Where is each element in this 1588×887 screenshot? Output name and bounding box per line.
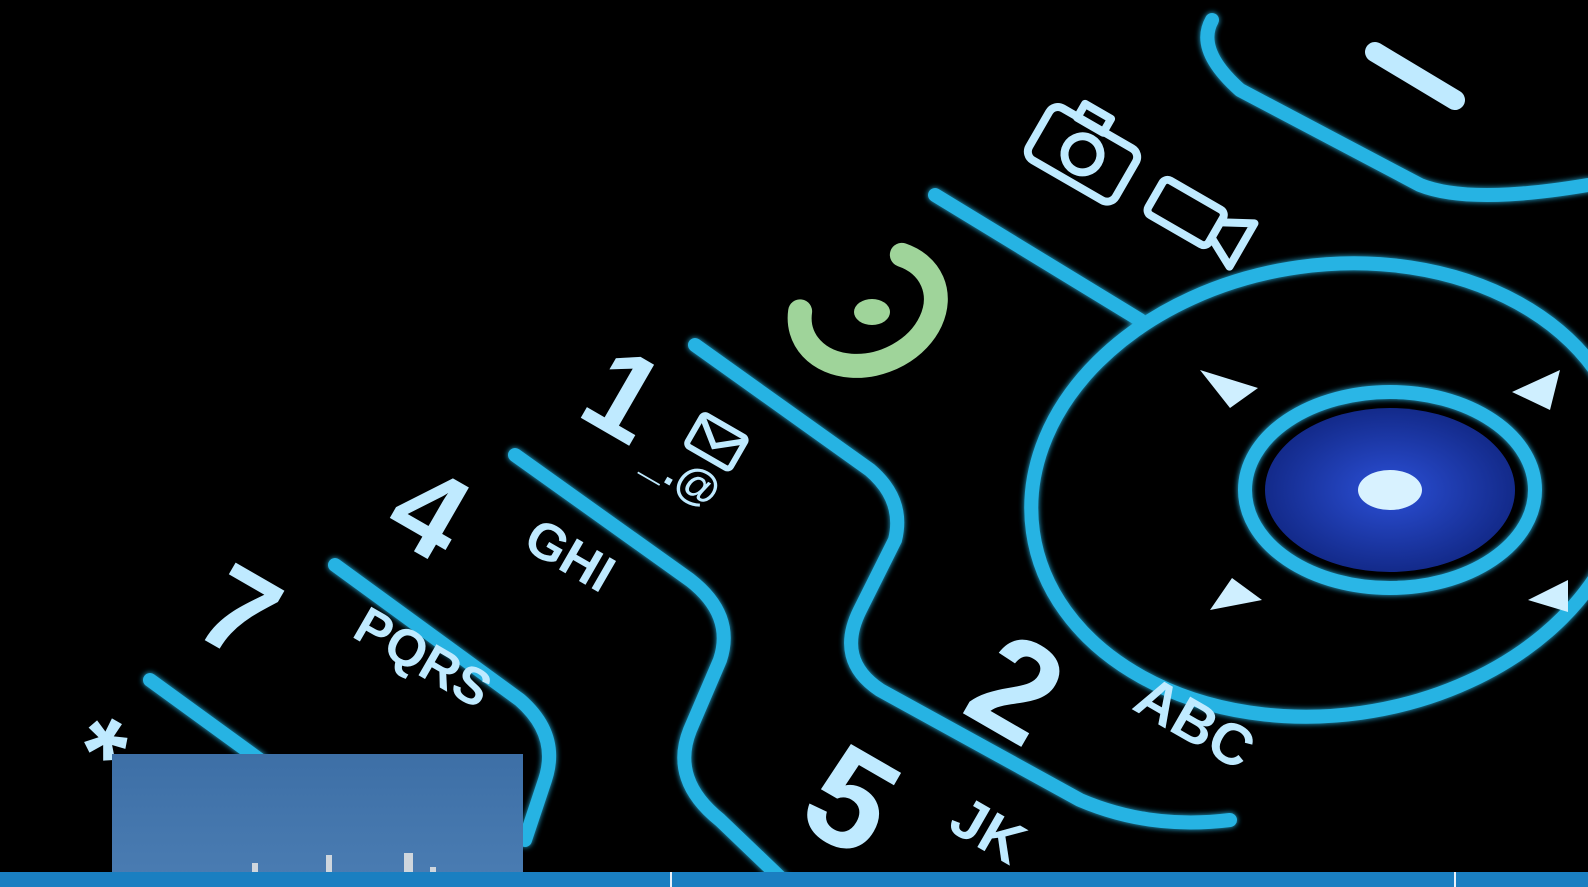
keypad-photo: 1 _.@ 4 GHI 7 PQRS 2 ABC 5 JK *	[0, 0, 1588, 887]
key4-digit: 4	[367, 438, 492, 588]
top-key-outline	[1200, 13, 1588, 202]
call-send-icon	[787, 242, 948, 378]
nav-arrow-down-right-icon	[1528, 580, 1568, 612]
nav-arrow-up-right-icon	[1512, 370, 1560, 410]
key1-outline	[688, 338, 1237, 830]
bar-divider	[670, 872, 672, 887]
key7-digit: 7	[177, 538, 302, 687]
video-camera-icon	[1143, 175, 1259, 271]
nav-arrow-down-left-icon	[1210, 578, 1262, 610]
city-thumbnail	[112, 754, 523, 887]
key2-digit: 2	[944, 601, 1090, 776]
key5-digit: 5	[779, 712, 925, 887]
key5-sub: JK	[940, 784, 1037, 877]
nav-center-dot	[1358, 470, 1422, 510]
nav-arrow-up-left-icon	[1200, 370, 1258, 408]
key7-sub: PQRS	[344, 596, 501, 720]
star-key-outline	[143, 673, 267, 767]
key2-sub: ABC	[1124, 663, 1265, 782]
end-key-dash	[1365, 42, 1465, 110]
send-key-divider	[928, 188, 1147, 327]
bar-divider	[1454, 872, 1456, 887]
camera-icon	[1023, 99, 1142, 206]
bottom-bar	[0, 872, 1588, 887]
